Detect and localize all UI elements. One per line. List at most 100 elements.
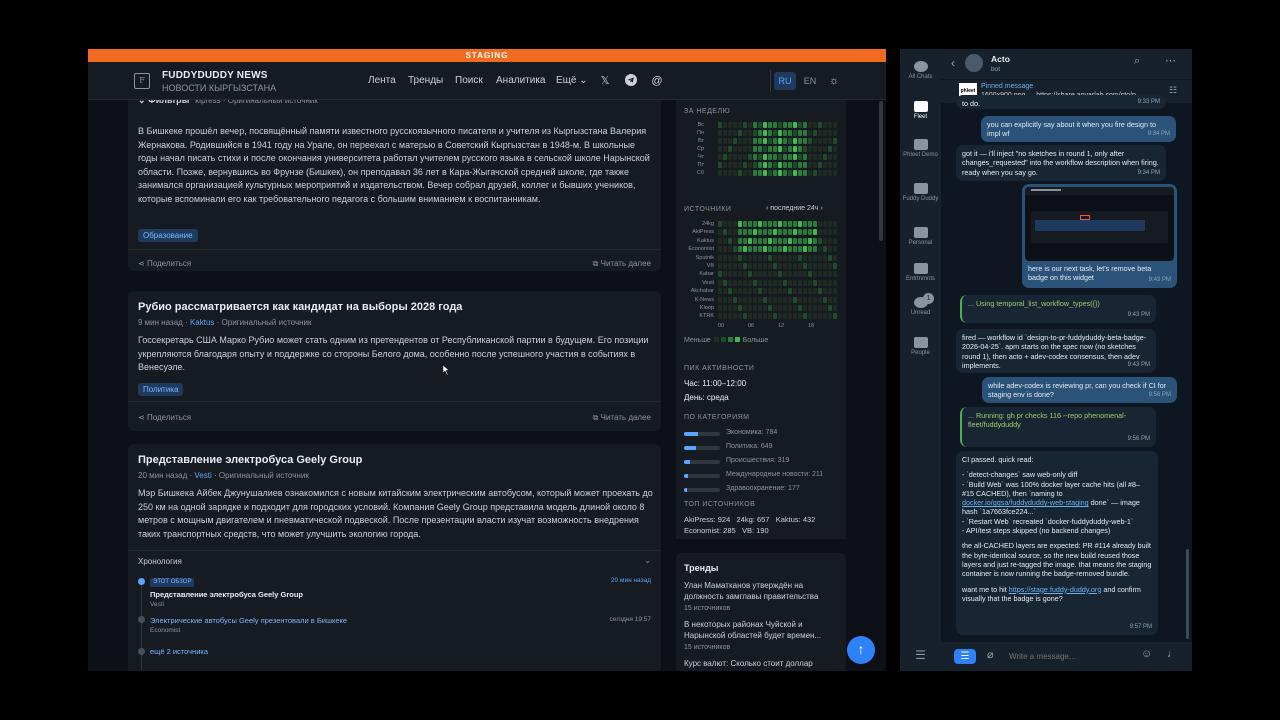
theme-toggle-icon[interactable]: ☼ — [827, 74, 841, 88]
heat-cell — [768, 296, 772, 303]
timeline-toggle[interactable]: Хронология — [138, 557, 182, 566]
chat-scrollbar[interactable] — [1186, 549, 1189, 639]
heat-cell — [758, 246, 762, 253]
category-row[interactable]: Происшествия: 319 — [684, 457, 844, 467]
heat-cell — [813, 237, 817, 244]
trend-item[interactable]: Курс валют: Сколько стоит доллар — [684, 658, 839, 669]
folder-people[interactable]: People — [900, 337, 941, 357]
heat-cell — [738, 162, 742, 168]
avatar[interactable] — [965, 54, 983, 72]
card2-share-button[interactable]: ⋖ Поделиться — [138, 413, 191, 422]
threads-icon[interactable]: @ — [650, 74, 664, 88]
heat-cell — [823, 130, 827, 136]
heat-cell — [773, 296, 777, 303]
category-row[interactable]: Экономика: 784 — [684, 429, 844, 439]
folder-all-chats[interactable]: All Chats — [900, 61, 941, 81]
card2-read-more[interactable]: ⧉ Читать далее — [593, 413, 651, 423]
heat-cell — [758, 122, 762, 128]
category-row[interactable]: Международные новости: 211 — [684, 471, 844, 481]
heat-cell — [823, 271, 827, 278]
attach-icon[interactable]: ⌀ — [987, 648, 994, 661]
heat-cell — [808, 313, 812, 320]
nav-search[interactable]: Поиск — [455, 75, 483, 86]
heat-cell — [803, 288, 807, 295]
heat-cell — [773, 279, 777, 286]
news-card-3: Представление электробуса Geely Group 20… — [128, 444, 661, 671]
lang-en-button[interactable]: EN — [799, 72, 821, 90]
card1-tag[interactable]: Образование — [138, 229, 198, 242]
card2-title[interactable]: Рубио рассматривается как кандидат на вы… — [138, 301, 462, 313]
nav-more[interactable]: Ещё ⌄ — [556, 75, 588, 86]
heat-cell — [743, 288, 747, 295]
trend-item[interactable]: В некоторых районах Чуйской и Нарынской … — [684, 619, 839, 641]
card2-tag[interactable]: Политика — [138, 383, 184, 396]
staging-site-link[interactable]: https://stage.fuddy-duddy.org — [1009, 585, 1102, 594]
timeline-item-title[interactable]: Электрические автобусы Geely презентовал… — [150, 616, 347, 625]
heat-cell — [813, 254, 817, 261]
heat-cell — [763, 296, 767, 303]
heat-cell — [808, 130, 812, 136]
folder-personal[interactable]: Personal — [900, 227, 941, 247]
card1-read-more[interactable]: ⧉ Читать далее — [593, 259, 651, 269]
folder-unread[interactable]: Unread — [900, 297, 941, 317]
pin-list-icon[interactable]: ☷ — [1169, 85, 1177, 96]
heat-cell — [743, 271, 747, 278]
heat-cell — [833, 313, 837, 320]
telegram-icon[interactable] — [624, 74, 638, 88]
trend-item[interactable]: Улан Маматканов утверждён на должность з… — [684, 580, 839, 602]
heat-cell — [773, 162, 777, 168]
period-selector[interactable]: ‹ последние 24ч › — [766, 205, 823, 212]
logo[interactable]: F — [134, 73, 150, 89]
timeline-item-title[interactable]: Представление электробуса Geely Group — [150, 590, 303, 599]
heat-cell — [803, 313, 807, 320]
folder-fuddy-duddy[interactable]: Fuddy Duddy — [900, 183, 941, 203]
timeline-more-sources[interactable]: ещё 2 источника — [150, 647, 208, 656]
nav-analytics[interactable]: Аналитика — [496, 75, 546, 86]
more-options-icon[interactable]: ⋯ — [1165, 54, 1176, 67]
heat-cell — [783, 313, 787, 320]
staging-banner: STAGING — [88, 49, 886, 62]
chevron-down-icon[interactable]: ⌄ — [644, 556, 651, 565]
screenshot-thumbnail[interactable] — [1025, 187, 1174, 261]
folder-entrtnmnts[interactable]: Entrtnmnts — [900, 263, 941, 283]
emoji-icon[interactable]: ☺ — [1141, 648, 1152, 660]
heat-cell — [773, 237, 777, 244]
card3-title[interactable]: Представление электробуса Geely Group — [138, 454, 362, 466]
x-icon[interactable]: 𝕏 — [598, 74, 612, 88]
brand-name[interactable]: FUDDYDUDDY NEWS — [162, 70, 268, 81]
folder-fleet[interactable]: Fleet — [900, 101, 941, 121]
heat-cell — [763, 288, 767, 295]
bot-menu-icon[interactable]: ☰ — [954, 649, 976, 664]
heat-cell — [803, 162, 807, 168]
back-arrow-icon[interactable]: ‹ — [951, 56, 955, 70]
category-row[interactable]: Здравоохранение: 177 — [684, 485, 844, 495]
scrollbar[interactable] — [879, 101, 883, 241]
search-icon[interactable]: ⌕ — [1134, 55, 1140, 68]
brand-subtitle: НОВОСТИ КЫРГЫЗСТАНА — [162, 83, 277, 93]
scroll-top-button[interactable]: ↑ — [847, 636, 875, 664]
nav-feed[interactable]: Лента — [368, 75, 396, 86]
nav-trends[interactable]: Тренды — [408, 75, 443, 86]
docker-image-link[interactable]: docker.io/gqsa/fuddyduddy-web-staging — [962, 498, 1089, 507]
folder-phleet-demo[interactable]: Phleet Demo — [900, 139, 941, 159]
category-row[interactable]: Политика: 649 — [684, 443, 844, 453]
heat-cell — [833, 246, 837, 253]
lang-ru-button[interactable]: RU — [774, 72, 796, 90]
heat-cell — [728, 254, 732, 261]
settings-sliders-icon[interactable]: ☰ — [913, 649, 928, 662]
message-input[interactable] — [1009, 649, 1129, 664]
category-label: Происшествия: 319 — [726, 457, 790, 464]
heat-cell — [768, 288, 772, 295]
heat-cell — [833, 154, 837, 160]
heat-cell — [758, 162, 762, 168]
heat-cell — [718, 229, 722, 236]
heat-cell — [728, 146, 732, 152]
heat-cell — [788, 246, 792, 253]
heat-cell — [773, 130, 777, 136]
card1-share-button[interactable]: ⋖ Поделиться — [138, 259, 191, 268]
heat-cell — [743, 130, 747, 136]
heat-cell — [798, 221, 802, 227]
chat-title[interactable]: Acto — [991, 54, 1010, 64]
microphone-icon[interactable]: ♩ — [1167, 648, 1178, 660]
card2-body: Госсекретарь США Марко Рубио может стать… — [138, 335, 649, 373]
